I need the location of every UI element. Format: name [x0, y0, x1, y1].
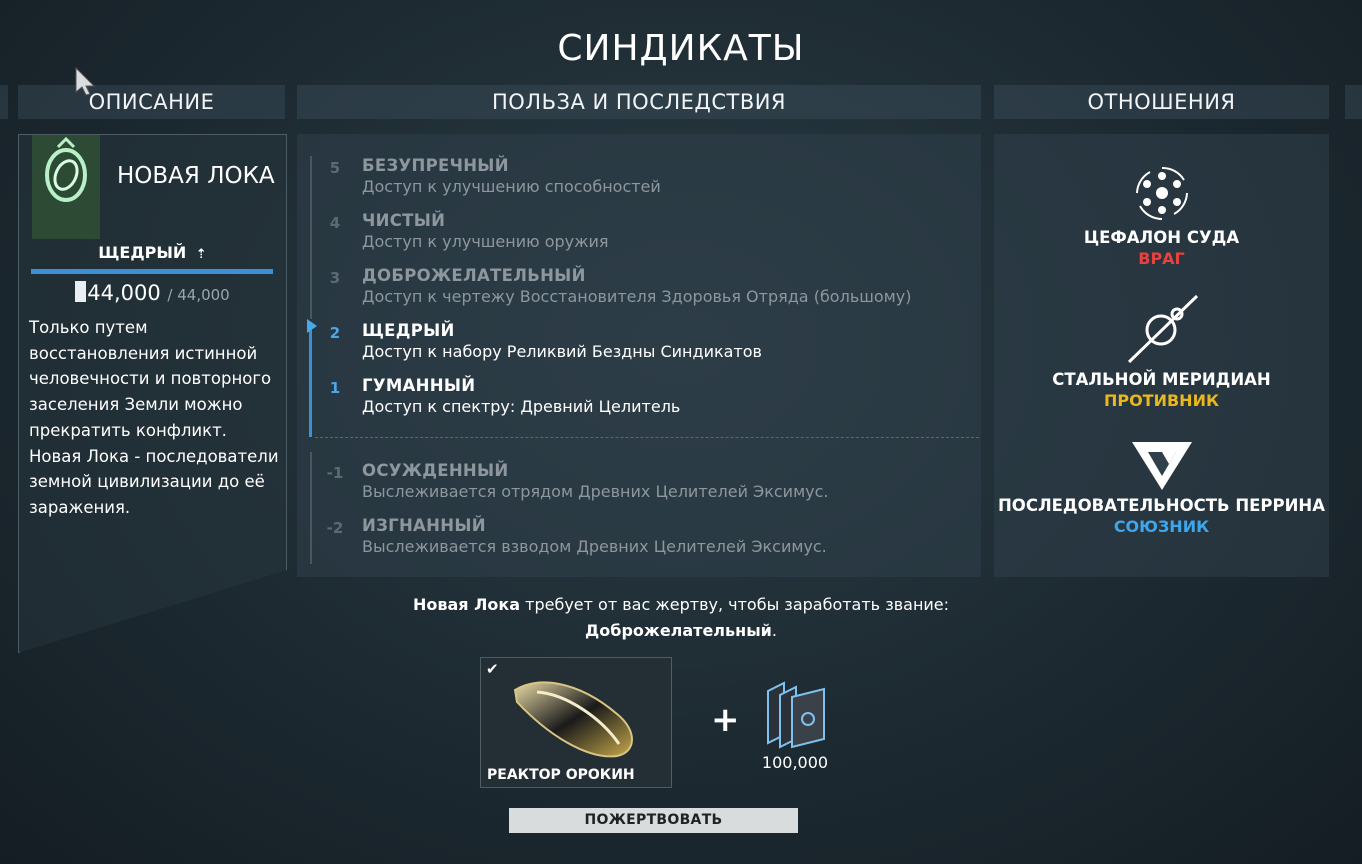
- rank-name: ИЗГНАННЫЙ: [362, 516, 486, 535]
- rank-row-minus-2: -2 ИЗГНАННЫЙ Выслеживается взводом Древн…: [297, 513, 981, 563]
- rank-name: ДОБРОЖЕЛАТЕЛЬНЫЙ: [362, 266, 586, 285]
- perrin-sequence-icon: [1131, 442, 1192, 490]
- credits-amount: 100,000: [761, 753, 829, 772]
- sacrifice-rank: Доброжелательный: [585, 621, 772, 640]
- standing-progress-bar: [31, 269, 273, 274]
- rank-number: 5: [329, 159, 341, 177]
- rank-up-icon[interactable]: ⇡: [196, 247, 207, 262]
- item-label: РЕАКТОР ОРОКИН: [487, 767, 635, 783]
- relation-name: ПОСЛЕДОВАТЕЛЬНОСТЬ ПЕРРИНА: [998, 496, 1325, 515]
- rank-number: 1: [329, 379, 341, 397]
- relation-status: СОЮЗНИК: [1113, 517, 1210, 536]
- syndicate-description: Только путем восстановления истинной чел…: [29, 318, 279, 517]
- standing-max: / 44,000: [167, 286, 230, 304]
- description-column-header: ОПИСАНИЕ: [18, 85, 285, 119]
- relations-panel: ЦЕФАЛОН СУДА ВРАГ СТАЛЬНОЙ МЕРИДИАН ПРОТ…: [994, 134, 1329, 577]
- syndicate-name: НОВАЯ ЛОКА: [117, 163, 275, 189]
- rank-row-2: 2 ЩЕДРЫЙ Доступ к набору Реликвий Бездны…: [297, 318, 981, 368]
- relation-name: ЦЕФАЛОН СУДА: [1083, 228, 1240, 247]
- relation-name: СТАЛЬНОЙ МЕРИДИАН: [1052, 370, 1271, 389]
- rank-name: ЩЕДРЫЙ: [362, 321, 455, 340]
- rank-benefit: Доступ к спектру: Древний Целитель: [362, 397, 681, 416]
- donate-button[interactable]: ПОЖЕРТВОВАТЬ: [509, 808, 798, 833]
- checkmark-icon: ✔: [486, 660, 499, 678]
- plus-icon: +: [711, 700, 740, 740]
- syndicate-description-panel: НОВАЯ ЛОКА ЩЕДРЫЙ ⇡ 44,000 / 44,000 Толь…: [18, 134, 287, 653]
- rank-row-1: 1 ГУМАННЫЙ Доступ к спектру: Древний Цел…: [297, 373, 981, 423]
- relations-column-header: ОТНОШЕНИЯ: [994, 85, 1329, 119]
- sacrifice-syndicate: Новая Лока: [412, 595, 521, 614]
- benefits-column-header: ПОЛЬЗА И ПОСЛЕДСТВИЯ: [297, 85, 981, 119]
- right-edge-tab[interactable]: [1345, 85, 1362, 119]
- rank-number: 3: [329, 269, 341, 287]
- standing-icon: [75, 281, 87, 302]
- relation-cephalon-suda[interactable]: ЦЕФАЛОН СУДА ВРАГ: [994, 162, 1329, 268]
- relation-steel-meridian[interactable]: СТАЛЬНОЙ МЕРИДИАН ПРОТИВНИК: [994, 294, 1329, 410]
- rank-benefit: Доступ к набору Реликвий Бездны Синдикат…: [362, 342, 762, 361]
- relation-perrin-sequence[interactable]: ПОСЛЕДОВАТЕЛЬНОСТЬ ПЕРРИНА СОЮЗНИК: [994, 440, 1329, 536]
- current-rank-label: ЩЕДРЫЙ: [98, 243, 187, 262]
- rank-benefit: Выслеживается отрядом Древних Целителей …: [362, 482, 829, 501]
- rank-name: БЕЗУПРЕЧНЫЙ: [362, 156, 509, 175]
- rank-number: -2: [326, 519, 344, 537]
- rank-benefit: Доступ к чертежу Восстановителя Здоровья…: [362, 287, 912, 306]
- rank-number: 2: [329, 324, 341, 342]
- left-edge-tab[interactable]: [0, 85, 8, 119]
- rank-name: ЧИСТЫЙ: [362, 211, 446, 230]
- rank-row-minus-1: -1 ОСУЖДЕННЫЙ Выслеживается отрядом Древ…: [297, 458, 981, 508]
- rank-row-4: 4 ЧИСТЫЙ Доступ к улучшению оружия: [297, 208, 981, 258]
- new-loka-emblem-icon: [32, 135, 100, 239]
- rank-number: 4: [329, 214, 341, 232]
- page-title: СИНДИКАТЫ: [557, 28, 805, 69]
- mouse-cursor-icon: [75, 66, 96, 96]
- orokin-reactor-icon: [513, 681, 633, 758]
- rank-benefit: Доступ к улучшению оружия: [362, 232, 609, 251]
- rank-row-5: 5 БЕЗУПРЕЧНЫЙ Доступ к улучшению способн…: [297, 153, 981, 203]
- relation-status: ВРАГ: [1138, 249, 1185, 268]
- rank-name: ОСУЖДЕННЫЙ: [362, 461, 509, 480]
- rank-number: -1: [326, 464, 344, 482]
- relation-status: ПРОТИВНИК: [1103, 391, 1220, 410]
- sacrifice-message: Новая Лока требует от вас жертву, чтобы …: [297, 592, 1065, 644]
- sacrifice-period: .: [771, 621, 777, 640]
- sacrifice-item-card[interactable]: ✔ РЕАКТОР ОРОКИН: [480, 657, 672, 788]
- standing-value: 44,000 / 44,000: [19, 281, 286, 305]
- sacrifice-text: требует от вас жертву, чтобы заработать …: [520, 595, 950, 614]
- benefits-panel: 5 БЕЗУПРЕЧНЫЙ Доступ к улучшению способн…: [297, 134, 981, 577]
- rank-divider: [315, 437, 979, 438]
- steel-meridian-icon: [1127, 294, 1198, 364]
- rank-benefit: Выслеживается взводом Древних Целителей …: [362, 537, 827, 556]
- cephalon-suda-icon: [1135, 166, 1188, 221]
- rank-benefit: Доступ к улучшению способностей: [362, 177, 661, 196]
- rank-name: ГУМАННЫЙ: [362, 376, 476, 395]
- current-rank: ЩЕДРЫЙ ⇡: [19, 243, 286, 262]
- credits-icon: [767, 681, 825, 749]
- standing-current: 44,000: [87, 281, 161, 305]
- rank-row-3: 3 ДОБРОЖЕЛАТЕЛЬНЫЙ Доступ к чертежу Восс…: [297, 263, 981, 313]
